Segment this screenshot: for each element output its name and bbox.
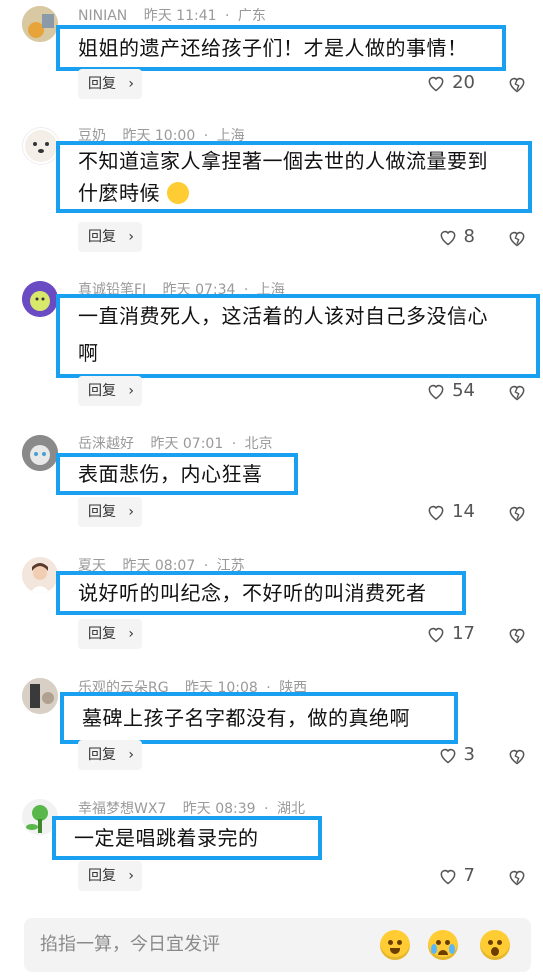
comment-meta: 幸福梦想WX7 昨天 08:39 · 湖北 [78, 801, 305, 817]
dislike-button[interactable] [507, 74, 527, 98]
like-button[interactable]: 8 [438, 226, 475, 247]
comment-meta: 岳涞越好 昨天 07:01 · 北京 [78, 436, 273, 452]
chevron-right-icon: › [128, 868, 134, 884]
comment-text-line: 什麼時候 [78, 177, 510, 209]
comment-text-highlight: 表面悲伤，内心狂喜 [56, 453, 298, 495]
username[interactable]: NINIAN [78, 8, 127, 24]
chevron-right-icon: › [128, 626, 134, 642]
comment-text-line: 墓碑上孩子名字都没有，做的真绝啊 [82, 706, 410, 730]
comment-text-highlight: 说好听的叫纪念，不好听的叫消费死者 [56, 571, 466, 615]
screaming-emoji-icon[interactable] [480, 930, 510, 960]
comment-text-highlight: 姐姐的遗产还给孩子们！才是人做的事情！ [56, 25, 506, 71]
chevron-right-icon: › [128, 504, 134, 520]
like-count: 3 [463, 744, 475, 765]
reply-button[interactable]: 回复 › [78, 619, 142, 649]
chevron-right-icon: › [128, 229, 134, 245]
comment-input-bar[interactable]: 掐指一算，今日宜发评 [24, 918, 531, 972]
broken-heart-icon [509, 870, 525, 886]
avatar[interactable] [22, 281, 58, 317]
avatar[interactable] [22, 435, 58, 471]
broken-heart-icon [509, 628, 525, 644]
reply-button[interactable]: 回复 › [78, 69, 142, 99]
avatar[interactable] [22, 678, 58, 714]
like-button[interactable]: 3 [438, 744, 475, 765]
like-count: 54 [452, 380, 475, 401]
avatar[interactable] [22, 6, 58, 42]
comment-time: 昨天 11:41 [143, 8, 217, 24]
comment-text-highlight: 墓碑上孩子名字都没有，做的真绝啊 [60, 692, 458, 744]
heart-icon [440, 748, 455, 763]
comment-time: 昨天 08:39 [182, 801, 256, 817]
dislike-button[interactable] [507, 625, 527, 649]
laughing-emoji-icon[interactable] [380, 930, 410, 960]
comment-text-highlight: 不知道這家人拿捏著一個去世的人做流量要到 什麼時候 [56, 141, 532, 213]
dislike-button[interactable] [507, 228, 527, 252]
chevron-right-icon: › [128, 383, 134, 399]
reply-button[interactable]: 回复 › [78, 376, 142, 406]
chevron-right-icon: › [128, 76, 134, 92]
comment-location: 广东 [237, 8, 266, 24]
like-count: 8 [463, 226, 475, 247]
like-count: 14 [452, 501, 475, 522]
dislike-button[interactable] [507, 867, 527, 891]
comment-meta: NINIAN 昨天 11:41 · 广东 [78, 8, 266, 24]
avatar[interactable] [22, 127, 60, 165]
like-button[interactable]: 20 [426, 72, 475, 93]
dislike-button[interactable] [507, 382, 527, 406]
comment-text-highlight: 一定是唱跳着录完的 [52, 816, 322, 860]
dislike-button[interactable] [507, 746, 527, 770]
reply-button[interactable]: 回复 › [78, 497, 142, 527]
avatar[interactable] [22, 557, 58, 593]
comment-text-highlight: 一直消费死人，这活着的人该对自己多没信心 啊 [56, 294, 540, 378]
heart-icon [440, 869, 455, 884]
comment-text-line: 姐姐的遗产还给孩子们！才是人做的事情！ [78, 36, 468, 60]
heart-icon [428, 505, 444, 520]
comment-input-placeholder[interactable]: 掐指一算，今日宜发评 [40, 918, 220, 972]
heart-icon [428, 76, 444, 91]
reply-button[interactable]: 回复 › [78, 861, 142, 891]
broken-heart-icon [509, 506, 525, 522]
reply-button[interactable]: 回复 › [78, 740, 142, 770]
like-button[interactable]: 14 [426, 501, 475, 522]
dislike-button[interactable] [507, 503, 527, 527]
heart-icon [428, 384, 444, 399]
broken-heart-icon [509, 385, 525, 401]
comment-text-line: 表面悲伤，内心狂喜 [78, 462, 263, 486]
comment-time: 昨天 07:01 [150, 436, 224, 452]
username[interactable]: 幸福梦想WX7 [78, 801, 166, 817]
like-count: 17 [452, 623, 475, 644]
thinking-face-emoji [166, 182, 189, 204]
comment-text-line: 啊 [78, 341, 99, 365]
like-button[interactable]: 7 [438, 865, 475, 886]
like-button[interactable]: 17 [426, 623, 475, 644]
broken-heart-icon [509, 231, 525, 247]
comment-text-line: 说好听的叫纪念，不好听的叫消费死者 [78, 581, 427, 605]
like-count: 7 [463, 865, 475, 886]
comment-text-line: 一定是唱跳着录完的 [74, 826, 259, 850]
chevron-right-icon: › [128, 747, 134, 763]
username[interactable]: 岳涞越好 [78, 436, 134, 452]
comment-location: 湖北 [276, 801, 305, 817]
reply-button[interactable]: 回复 › [78, 222, 142, 252]
comment-location: 北京 [244, 436, 273, 452]
comment-text-line: 不知道這家人拿捏著一個去世的人做流量要到 [78, 149, 488, 173]
crying-emoji-icon[interactable] [428, 930, 458, 960]
broken-heart-icon [509, 749, 525, 765]
comment-text-line: 一直消费死人，这活着的人该对自己多没信心 [78, 304, 488, 328]
like-count: 20 [452, 72, 475, 93]
heart-icon [440, 230, 455, 245]
like-button[interactable]: 54 [426, 380, 475, 401]
heart-icon [428, 627, 444, 642]
broken-heart-icon [509, 77, 525, 93]
